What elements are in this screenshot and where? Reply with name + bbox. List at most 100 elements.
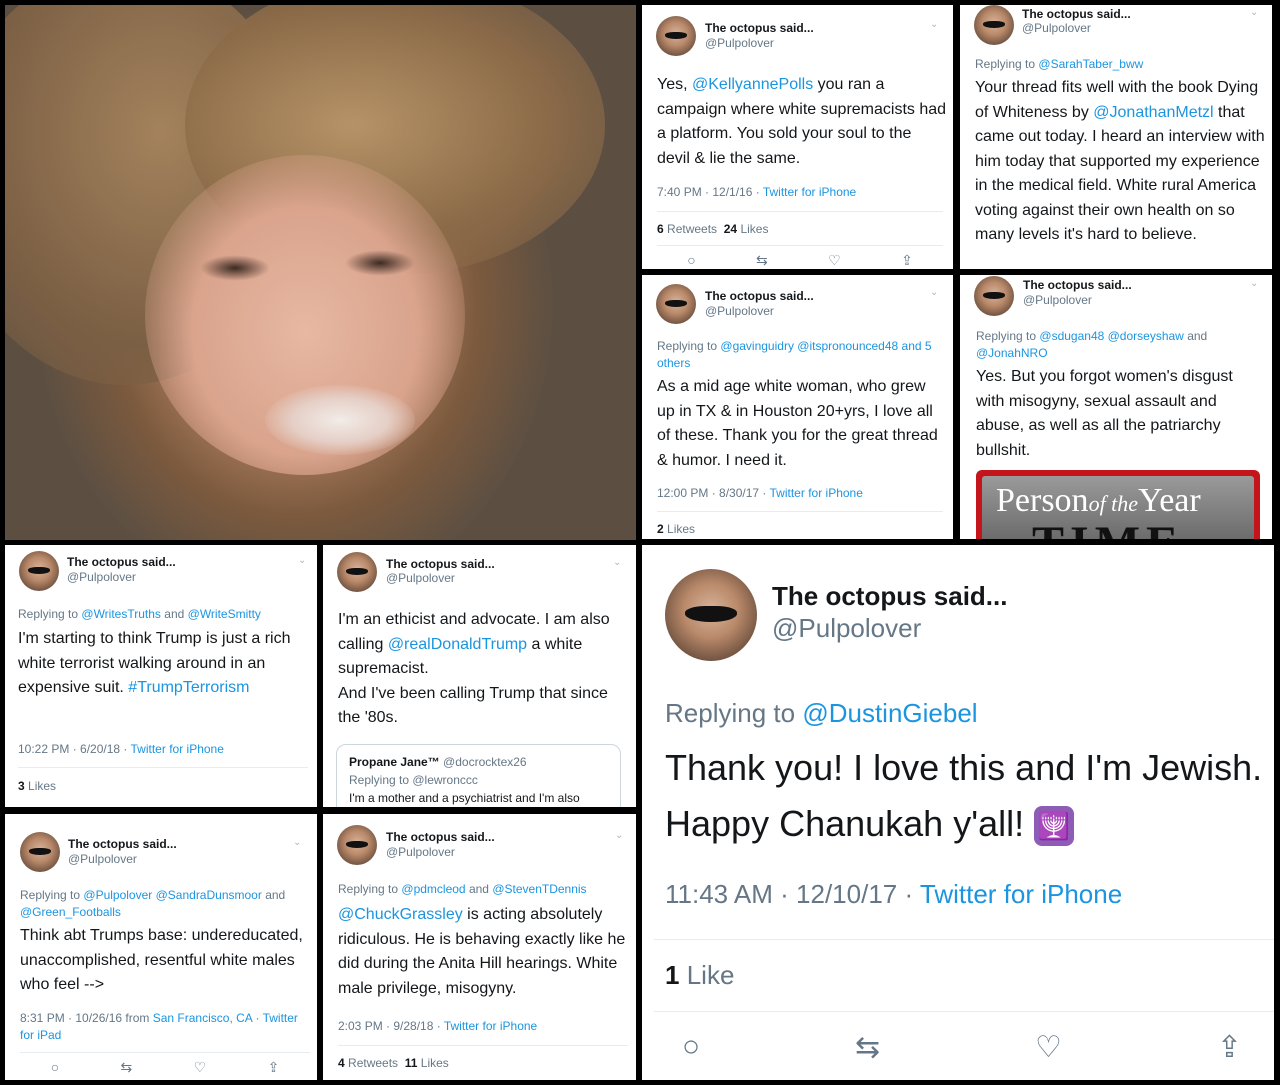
tweet-card: The octopus said... @Pulpolover ⌄ Yes, @… [642, 5, 953, 269]
tweet-card: The octopus said... @Pulpolover Replying… [642, 545, 1274, 1080]
chevron-down-icon[interactable]: ⌄ [615, 830, 623, 841]
replying-to: Replying to @SarahTaber_bww [975, 57, 1144, 71]
like-icon[interactable]: ♡ [828, 252, 841, 269]
chevron-down-icon[interactable]: ⌄ [930, 287, 938, 298]
tweet-card: The octopus said... @Pulpolover ⌄ Replyi… [642, 275, 953, 539]
tweet-card: The octopus said... @Pulpolover ⌄ Replyi… [5, 545, 317, 807]
tweet-text: Thank you! I love this and I'm Jewish. H… [665, 740, 1265, 852]
avatar[interactable] [19, 551, 59, 591]
reply-icon[interactable]: ○ [51, 1059, 59, 1076]
tweet-text: Yes, @KellyannePolls you ran a campaign … [657, 76, 947, 167]
tweet-text: Think abt Trumps base: undereducated, un… [20, 927, 303, 993]
handle[interactable]: @Pulpolover [386, 845, 455, 859]
replying-to: Replying to @gavinguidry @itspronounced4… [657, 339, 932, 370]
chevron-down-icon[interactable]: ⌄ [613, 557, 621, 568]
avatar[interactable] [656, 284, 696, 324]
tweet-timestamp: 2:03 PM · 9/28/18 · Twitter for iPhone [338, 1019, 538, 1033]
location-link[interactable]: San Francisco, CA [153, 1011, 252, 1025]
tweet-text: I'm starting to think Trump is just a ri… [18, 630, 291, 696]
retweet-icon[interactable]: ⇆ [855, 1030, 880, 1065]
display-name[interactable]: The octopus said... [68, 837, 177, 851]
replying-to: Replying to @pdmcleod and @StevenTDennis [338, 882, 587, 896]
replying-to: Replying to @Pulpolover @SandraDunsmoor … [20, 888, 286, 919]
tweet-text: @ChuckGrassley is acting absolutely ridi… [338, 906, 626, 997]
display-name[interactable]: The octopus said... [386, 830, 495, 844]
retweet-icon[interactable]: ⇆ [756, 252, 768, 269]
chevron-down-icon[interactable]: ⌄ [930, 19, 938, 30]
mention-link[interactable]: @KellyannePolls [692, 76, 813, 93]
avatar[interactable] [665, 569, 757, 661]
display-name[interactable]: The octopus said... [705, 21, 814, 35]
magazine-title: Personof theYear [996, 482, 1201, 519]
like-icon[interactable]: ♡ [1035, 1030, 1062, 1065]
like-icon[interactable]: ♡ [194, 1059, 207, 1076]
source-link[interactable]: Twitter for iPhone [444, 1019, 537, 1033]
avatar[interactable] [656, 16, 696, 56]
avatar[interactable] [20, 832, 60, 872]
handle[interactable]: @Pulpolover [68, 852, 137, 866]
handle[interactable]: @Pulpolover [1023, 293, 1092, 307]
mention-link[interactable]: @ChuckGrassley [338, 906, 463, 923]
action-bar: ○ ⇆ ♡ ⇪ [20, 1059, 310, 1076]
avatar[interactable] [337, 552, 377, 592]
tweet-card: The octopus said... @Pulpolover ⌄ Replyi… [5, 814, 317, 1080]
handle[interactable]: @Pulpolover [772, 613, 921, 644]
quoted-tweet[interactable]: Propane Jane™ @docrocktex26 Replying to … [336, 744, 621, 807]
mention-link[interactable]: @realDonaldTrump [388, 636, 527, 653]
display-name[interactable]: The octopus said... [67, 555, 176, 569]
action-bar: ○ ⇆ ♡ ⇪ [682, 1030, 1242, 1065]
tweet-card: The octopus said... @Pulpolover ⌄ Replyi… [960, 5, 1272, 269]
handle[interactable]: @Pulpolover [705, 36, 774, 50]
engagement-stats: 3 Likes [18, 779, 57, 793]
handle[interactable]: @Pulpolover [705, 304, 774, 318]
tweet-timestamp: 11:43 AM · 12/10/17 · Twitter for iPhone [665, 879, 1123, 909]
share-icon[interactable]: ⇪ [1217, 1030, 1242, 1065]
magazine-cover-image[interactable]: Personof theYear TIME [976, 470, 1260, 539]
source-link[interactable]: Twitter for iPhone [920, 879, 1122, 909]
share-icon[interactable]: ⇪ [268, 1059, 280, 1076]
tweet-text: Your thread fits well with the book Dyin… [975, 79, 1265, 243]
engagement-stats: 6 Retweets 24 Likes [657, 222, 769, 236]
action-bar: ○ ⇆ ♡ ⇪ [657, 252, 943, 269]
tweet-text: I'm an ethicist and advocate. I am also … [338, 611, 610, 726]
replying-to: Replying to @DustinGiebel [665, 698, 978, 728]
magazine-masthead: TIME [1032, 516, 1184, 539]
tweet-timestamp: 12:00 PM · 8/30/17 · Twitter for iPhone [657, 486, 863, 500]
display-name[interactable]: The octopus said... [772, 581, 1007, 612]
chevron-down-icon[interactable]: ⌄ [298, 555, 306, 566]
display-name[interactable]: The octopus said... [1023, 278, 1132, 292]
tweet-text: Yes. But you forgot women's disgust with… [976, 368, 1233, 459]
handle[interactable]: @Pulpolover [386, 571, 455, 585]
replying-to: Replying to @WritesTruths and @WriteSmit… [18, 607, 261, 621]
engagement-stats: 1 Like [665, 960, 735, 990]
avatar[interactable] [337, 825, 377, 865]
source-link[interactable]: Twitter for iPhone [770, 486, 863, 500]
share-icon[interactable]: ⇪ [901, 252, 913, 269]
replying-to: Replying to @sdugan48 @dorseyshaw and @J… [976, 329, 1208, 360]
display-name[interactable]: The octopus said... [705, 289, 814, 303]
mention-link[interactable]: @JonathanMetzl [1093, 104, 1213, 121]
display-name[interactable]: The octopus said... [1022, 7, 1131, 21]
tweet-timestamp: 8:31 PM · 10/26/16 from San Francisco, C… [20, 1011, 298, 1042]
profile-photo [5, 5, 636, 540]
avatar[interactable] [974, 5, 1014, 45]
display-name[interactable]: The octopus said... [386, 557, 495, 571]
tweet-card: The octopus said... @Pulpolover ⌄ Replyi… [960, 275, 1272, 539]
menorah-emoji: 🕎 [1034, 806, 1075, 847]
tweet-timestamp: 7:40 PM · 12/1/16 · Twitter for iPhone [657, 185, 857, 199]
chevron-down-icon[interactable]: ⌄ [293, 837, 301, 848]
handle[interactable]: @Pulpolover [67, 570, 136, 584]
retweet-icon[interactable]: ⇆ [121, 1059, 133, 1076]
reply-icon[interactable]: ○ [687, 252, 695, 269]
handle[interactable]: @Pulpolover [1022, 21, 1091, 35]
reply-icon[interactable]: ○ [682, 1030, 700, 1065]
chevron-down-icon[interactable]: ⌄ [1250, 7, 1258, 18]
chevron-down-icon[interactable]: ⌄ [1250, 278, 1258, 289]
tweet-timestamp: 10:22 PM · 6/20/18 · Twitter for iPhone [18, 742, 224, 756]
tweet-card: The octopus said... @Pulpolover ⌄ I'm an… [323, 545, 636, 807]
hashtag-link[interactable]: #TrumpTerrorism [128, 679, 249, 696]
avatar[interactable] [974, 276, 1014, 316]
source-link[interactable]: Twitter for iPhone [131, 742, 224, 756]
tweet-card: The octopus said... @Pulpolover ⌄ Replyi… [323, 814, 636, 1080]
source-link[interactable]: Twitter for iPhone [763, 185, 856, 199]
